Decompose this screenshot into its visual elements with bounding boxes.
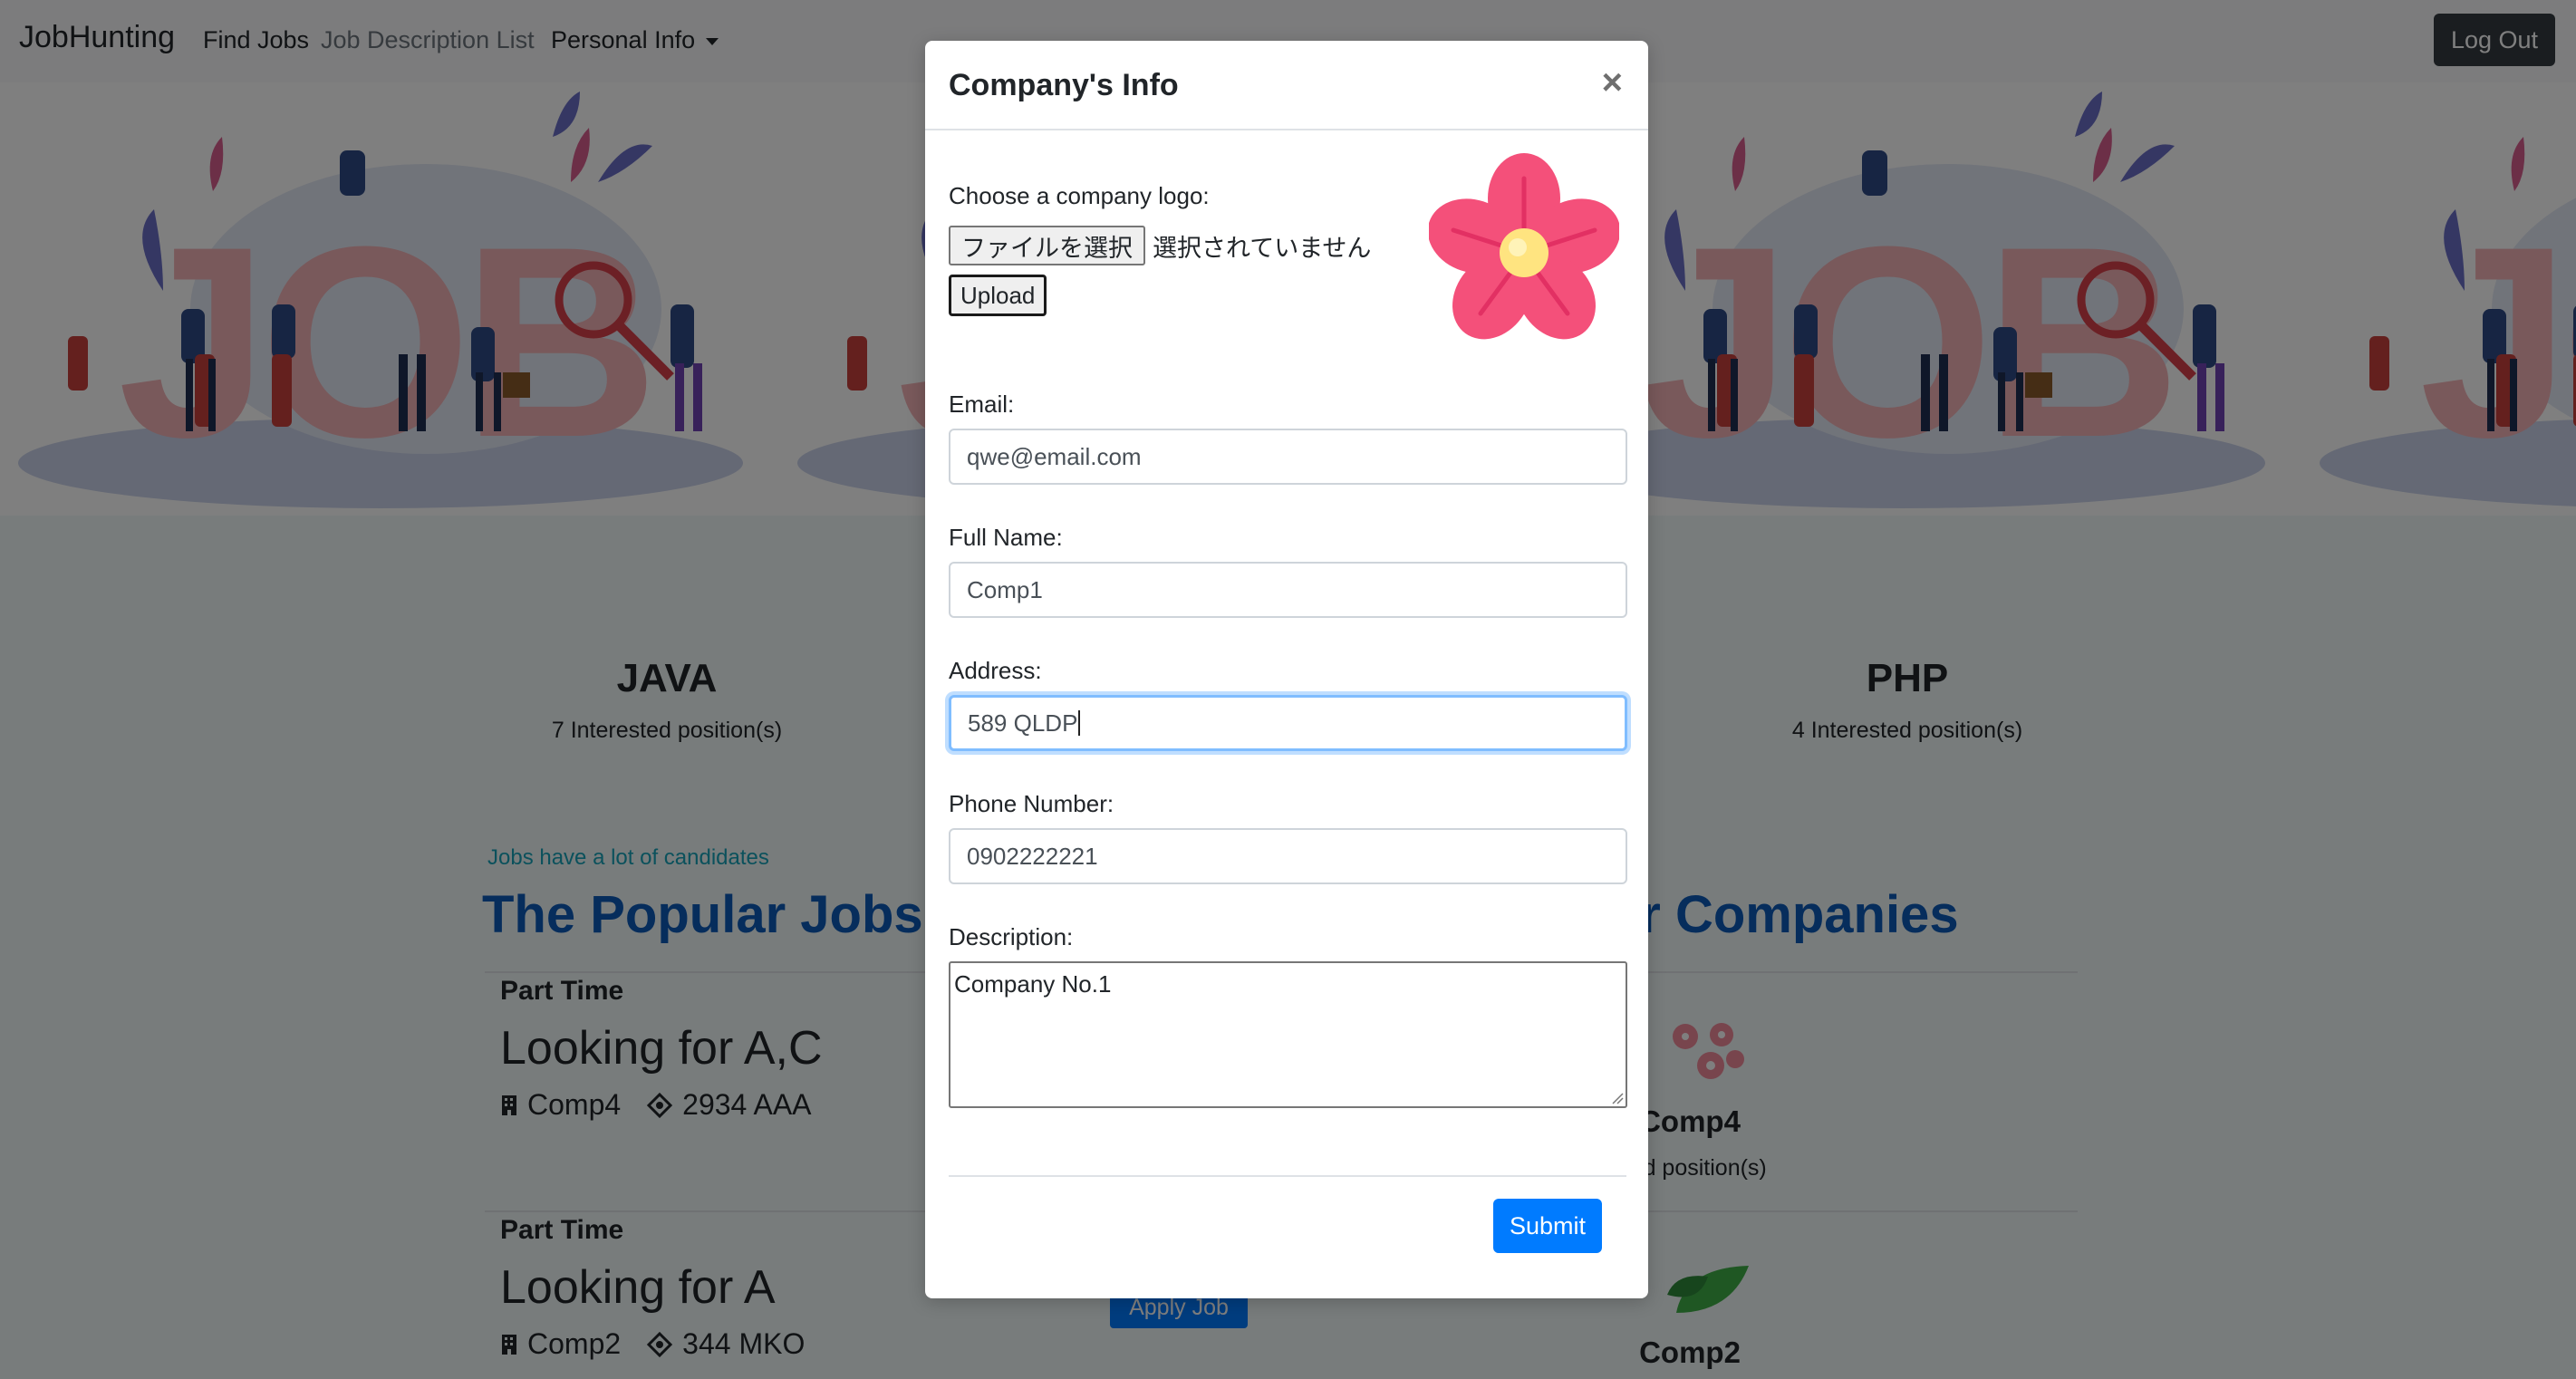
modal-footer-divider [949, 1175, 1626, 1177]
email-label: Email: [949, 391, 1015, 418]
text-cursor [1078, 710, 1081, 736]
email-value: qwe@email.com [967, 442, 1142, 470]
logo-label: Choose a company logo: [949, 182, 1210, 209]
phone-label: Phone Number: [949, 790, 1114, 817]
phone-value: 0902222221 [967, 842, 1098, 870]
choose-file-button[interactable]: ファイルを選択 [949, 226, 1145, 265]
close-icon[interactable]: × [1602, 64, 1623, 101]
fullname-label: Full Name: [949, 524, 1063, 551]
company-info-modal: Company's Info × Choose a company logo: … [925, 41, 1648, 1298]
upload-button[interactable]: Upload [949, 275, 1047, 316]
address-label: Address: [949, 657, 1042, 684]
description-value: Company No.1 [954, 970, 1112, 998]
resize-grip-icon[interactable] [1611, 1092, 1624, 1104]
flower-logo-icon [1429, 153, 1619, 340]
phone-field[interactable]: 0902222221 [949, 828, 1627, 884]
fullname-value: Comp1 [967, 575, 1043, 603]
modal-title: Company's Info [949, 68, 1179, 102]
modal-header: Company's Info × [925, 41, 1648, 130]
file-input: ファイルを選択 選択されていません [949, 226, 1371, 265]
submit-button[interactable]: Submit [1493, 1199, 1602, 1253]
address-value: 589 QLDP [968, 709, 1078, 737]
description-textarea[interactable]: Company No.1 [949, 961, 1627, 1108]
fullname-field[interactable]: Comp1 [949, 562, 1627, 618]
email-field[interactable]: qwe@email.com [949, 429, 1627, 485]
description-label: Description: [949, 923, 1074, 950]
address-field[interactable]: 589 QLDP [949, 695, 1627, 751]
file-status: 選択されていません [1153, 234, 1372, 263]
